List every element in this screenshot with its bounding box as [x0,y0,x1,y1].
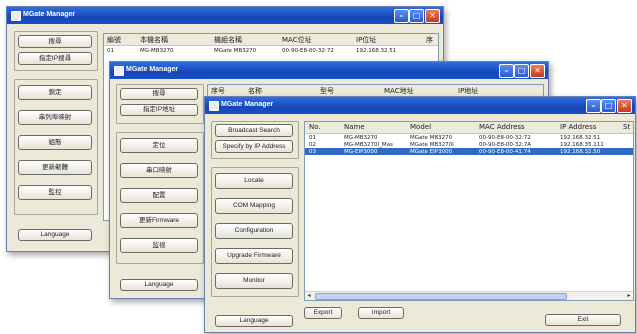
list-header: 編號 本機名稱 機組名稱 MAC位址 IP位址 序 [104,34,438,46]
list-header: No. Name Model MAC Address IP Address St [305,122,633,134]
app-icon [11,11,21,21]
monitor-button[interactable]: 監控 [18,185,92,200]
col-no[interactable]: 編號 [107,35,121,45]
configuration-button[interactable]: 組態 [18,135,92,150]
com-mapping-button[interactable]: COM Mapping [215,198,293,214]
col-ip[interactable]: IP位址 [356,35,376,45]
col-model[interactable]: 型号 [320,86,334,96]
upgrade-firmware-button[interactable]: Upgrade Firmware [215,248,293,264]
search-by-ip-button[interactable]: 指定IP地址 [120,104,198,116]
locate-button[interactable]: 鎖定 [18,85,92,100]
search-button[interactable]: 搜尋 [18,35,92,48]
title-bar[interactable]: MGate Manager – □ ✕ [205,97,635,114]
device-list[interactable]: No. Name Model MAC Address IP Address St… [304,121,634,301]
table-row[interactable]: 02 MG-MB3270I_Mas MGate MB3270I 00-90-E8… [305,141,633,148]
table-row[interactable]: 01 MG-MB3270 MGate MB3270 00-90-E8-00-32… [305,134,633,141]
window-title: MGate Manager [126,66,179,73]
maximize-icon: □ [517,66,526,75]
scroll-right-icon[interactable]: ▸ [625,292,633,300]
app-icon [114,66,124,76]
language-button[interactable]: Language [18,229,92,241]
language-button[interactable]: Language [120,279,198,291]
configuration-button[interactable]: Configuration [215,223,293,239]
minimize-icon: – [399,11,404,20]
col-model[interactable]: 機組名稱 [214,35,242,45]
scroll-left-icon[interactable]: ◂ [305,292,313,300]
table-row-selected[interactable]: 03 MG-EIP3000 MGate EIP3000 00-90-E8-00-… [305,148,633,155]
specify-by-ip-button[interactable]: Specify by IP Address [215,140,293,153]
minimize-icon: – [591,101,596,110]
app-icon [209,101,219,111]
col-no[interactable]: No. [309,123,321,131]
title-bar[interactable]: MGate Manager – □ ✕ [7,7,443,24]
close-button[interactable]: ✕ [530,64,545,78]
col-name[interactable]: 名称 [248,86,262,96]
window-title: MGate Manager [221,101,274,108]
maximize-icon: □ [604,101,613,110]
col-mac[interactable]: MAC位址 [282,35,312,45]
locate-button[interactable]: Locate [215,173,293,189]
col-ip[interactable]: IP地址 [458,86,478,96]
title-bar[interactable]: MGate Manager – □ ✕ [110,62,548,79]
search-by-ip-button[interactable]: 指定IP搜尋 [18,52,92,65]
col-ip[interactable]: IP Address [560,123,596,131]
close-button[interactable]: ✕ [425,9,440,23]
upgrade-firmware-button[interactable]: 更新Firmware [120,213,198,228]
maximize-button[interactable]: □ [409,9,424,23]
window-mgate-manager-en: MGate Manager – □ ✕ Broadcast Search Spe… [204,96,636,333]
maximize-button[interactable]: □ [514,64,529,78]
col-model[interactable]: Model [410,123,431,131]
exit-button[interactable]: Exit [545,314,621,326]
maximize-button[interactable]: □ [601,99,616,113]
col-mac[interactable]: MAC地址 [384,86,414,96]
close-icon: ✕ [429,11,436,20]
col-status[interactable]: 序 [426,35,433,45]
minimize-button[interactable]: – [394,9,409,23]
export-button[interactable]: Export [304,307,342,319]
col-name[interactable]: Name [344,123,365,131]
horizontal-scrollbar[interactable]: ◂ ▸ [305,291,633,300]
search-button[interactable]: 搜尋 [120,88,198,100]
minimize-icon: – [504,66,509,75]
broadcast-search-button[interactable]: Broadcast Search [215,124,293,137]
minimize-button[interactable]: – [586,99,601,113]
close-button[interactable]: ✕ [617,99,632,113]
maximize-icon: □ [412,11,421,20]
configuration-button[interactable]: 配置 [120,188,198,203]
language-button[interactable]: Language [215,315,293,327]
col-no[interactable]: 序号 [211,86,225,96]
col-mac[interactable]: MAC Address [479,123,525,131]
table-row[interactable]: 01 MG-MB3270 MGate MB3270 00-90-E8-00-32… [104,47,438,54]
import-button[interactable]: Import [358,307,404,319]
upgrade-firmware-button[interactable]: 更新韌體 [18,160,92,175]
locate-button[interactable]: 定位 [120,138,198,153]
monitor-button[interactable]: Monitor [215,273,293,289]
window-title: MGate Manager [23,11,76,18]
col-name[interactable]: 本機名稱 [140,35,168,45]
col-status[interactable]: St [623,123,630,131]
close-icon: ✕ [621,101,628,110]
scrollbar-thumb[interactable] [315,293,567,300]
minimize-button[interactable]: – [499,64,514,78]
com-mapping-button[interactable]: 串列埠映射 [18,110,92,125]
monitor-button[interactable]: 监视 [120,238,198,253]
com-mapping-button[interactable]: 串口映射 [120,163,198,178]
close-icon: ✕ [534,66,541,75]
